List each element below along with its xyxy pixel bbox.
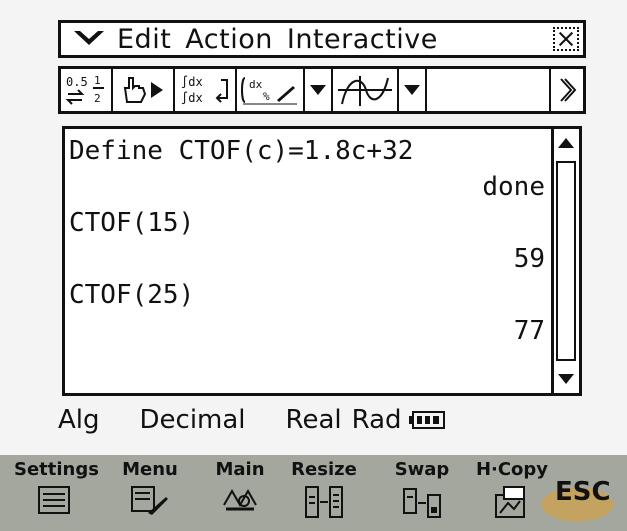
status-angle[interactable]: Rad	[352, 405, 402, 435]
status-number-format[interactable]: Decimal	[140, 405, 246, 435]
output-line: done	[482, 172, 545, 202]
menu-edit[interactable]: Edit	[117, 26, 171, 53]
output-line: 59	[513, 244, 545, 274]
lcd-display: Edit Action Interactive 0.5 1 2 ∫dx ∫dx …	[0, 0, 627, 455]
hcopy-icon	[495, 486, 525, 518]
derivative-icon: dx %	[241, 77, 297, 105]
swap-key-label: Swap	[394, 459, 450, 480]
input-line[interactable]: CTOF(15)	[69, 205, 553, 241]
resize-key-label: Resize	[291, 459, 357, 480]
svg-text:∫dx: ∫dx	[181, 75, 203, 89]
scrollbar-track[interactable]	[556, 161, 576, 361]
svg-text:1: 1	[94, 74, 101, 87]
output-line: 77	[513, 316, 545, 346]
status-mode[interactable]: Alg	[58, 405, 100, 435]
status-bar: Alg Decimal Real Rad	[58, 402, 598, 438]
derivative-button[interactable]: dx %	[237, 69, 305, 111]
svg-text:∫dx: ∫dx	[181, 91, 203, 105]
settings-key-label: Settings	[14, 459, 99, 480]
swap-key[interactable]: Swap	[382, 459, 462, 529]
fraction-decimal-icon: 0.5 1 2	[65, 74, 104, 105]
graph-button[interactable]	[333, 69, 399, 111]
calculation-history: Define CTOF(c)=1.8c+32 done CTOF(15) 59 …	[69, 133, 553, 349]
settings-key[interactable]: Settings	[14, 459, 99, 529]
svg-text:%: %	[263, 90, 270, 103]
calculator-screen: Edit Action Interactive 0.5 1 2 ∫dx ∫dx …	[0, 0, 627, 455]
main-work-area[interactable]: Define CTOF(c)=1.8c+32 done CTOF(15) 59 …	[62, 126, 582, 396]
resize-icon	[305, 486, 343, 518]
settings-icon	[38, 486, 70, 514]
stylus-play-button[interactable]	[113, 69, 175, 111]
esc-key[interactable]: ESC	[541, 465, 621, 527]
menu-action[interactable]: Action	[185, 26, 273, 53]
esc-key-label: ESC	[555, 477, 611, 507]
scroll-down-icon[interactable]	[556, 369, 576, 389]
main-icon	[223, 488, 257, 511]
menu-key-label: Menu	[122, 459, 178, 480]
scroll-up-icon[interactable]	[556, 133, 576, 153]
main-key[interactable]: Main	[200, 459, 280, 529]
integral-button[interactable]: ∫dx ∫dx	[175, 69, 237, 111]
svg-text:dx: dx	[249, 78, 263, 91]
triangle-down-icon	[310, 85, 326, 95]
toolbar-next-button[interactable]	[549, 69, 583, 111]
hand-pointer-icon	[123, 77, 163, 103]
input-line[interactable]: Define CTOF(c)=1.8c+32	[69, 133, 553, 169]
menu-key[interactable]: Menu	[110, 459, 190, 529]
main-key-label: Main	[215, 459, 265, 480]
menu-bar: Edit Action Interactive	[58, 20, 586, 58]
hard-key-strip: Settings Menu Main Resize Swap H·Copy ES…	[0, 455, 627, 531]
hcopy-key[interactable]: H·Copy	[472, 459, 552, 529]
fraction-decimal-toggle-button[interactable]: 0.5 1 2	[61, 69, 113, 111]
graph-dropdown-arrow[interactable]	[399, 69, 427, 111]
derivative-dropdown-arrow[interactable]	[305, 69, 333, 111]
close-icon[interactable]	[553, 27, 579, 51]
svg-text:0.5: 0.5	[66, 75, 88, 89]
menu-interactive[interactable]: Interactive	[287, 26, 438, 53]
graph-icon	[338, 76, 392, 106]
vertical-scrollbar[interactable]	[551, 129, 579, 393]
integral-icon: ∫dx ∫dx	[181, 75, 228, 105]
triangle-down-icon	[404, 85, 420, 95]
battery-icon	[408, 410, 446, 430]
swap-icon	[403, 488, 441, 518]
menu-chevron-icon[interactable]	[61, 23, 117, 55]
chevron-right-icon	[560, 78, 577, 102]
svg-text:2: 2	[94, 92, 101, 105]
hcopy-key-label: H·Copy	[475, 459, 549, 480]
menu-icon	[131, 486, 168, 515]
input-line[interactable]: CTOF(25)	[69, 277, 553, 313]
toolbar: 0.5 1 2 ∫dx ∫dx dx %	[58, 66, 586, 114]
status-domain[interactable]: Real	[286, 405, 342, 435]
resize-key[interactable]: Resize	[284, 459, 364, 529]
